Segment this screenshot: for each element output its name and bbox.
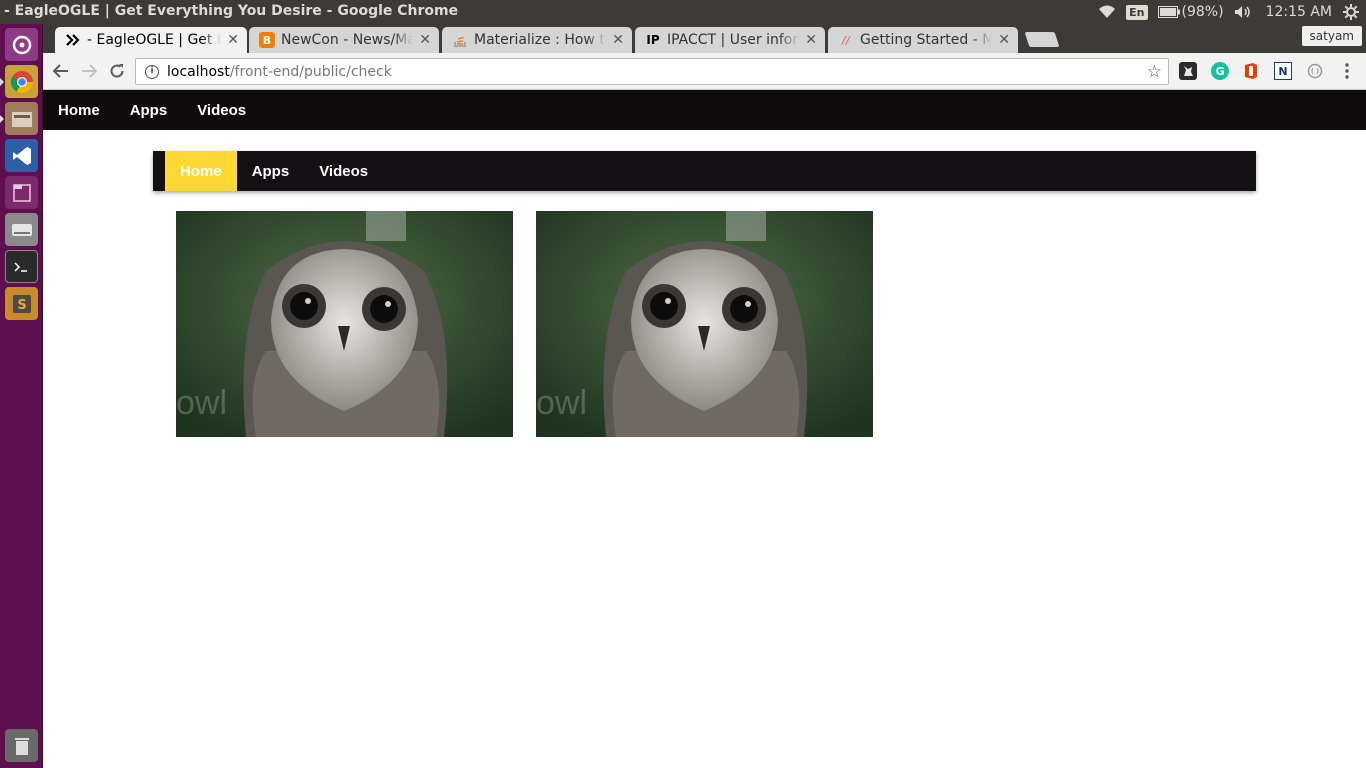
- running-app-indicator: [0, 115, 4, 123]
- url-path: /front-end/public/check: [229, 63, 392, 80]
- site-nav-videos[interactable]: Videos: [197, 102, 246, 119]
- blogger-icon: B: [259, 32, 275, 48]
- close-tab-icon[interactable]: ✕: [998, 32, 1010, 48]
- tab-label: - EagleOGLE | Get Everything You Desire: [87, 32, 221, 48]
- back-arrow-icon[interactable]: [51, 61, 71, 81]
- forward-arrow-icon[interactable]: [79, 61, 99, 81]
- site-nav-home[interactable]: Home: [58, 102, 100, 119]
- card-caption: owl: [536, 384, 588, 422]
- browser-toolbar: i localhost/front-end/public/check ☆ G N: [43, 53, 1366, 90]
- tab-strip: - EagleOGLE | Get Everything You Desire …: [43, 24, 1366, 53]
- tab-label: Materialize : How to: [474, 32, 607, 48]
- profile-button[interactable]: satyam: [1301, 26, 1362, 46]
- vscode-launcher-icon[interactable]: [5, 139, 38, 172]
- card-caption: owl: [176, 384, 228, 422]
- system-top-panel: - EagleOGLE | Get Everything You Desire …: [0, 0, 1366, 24]
- tab-ipacct[interactable]: IP IPACCT | User information ✕: [635, 27, 825, 53]
- chevrons-right-icon: [65, 32, 81, 48]
- info-icon[interactable]: i: [145, 64, 159, 79]
- trash-launcher-icon[interactable]: [5, 729, 38, 762]
- session-gear-icon[interactable]: [1342, 3, 1360, 21]
- close-tab-icon[interactable]: ✕: [419, 32, 431, 48]
- url-host: localhost: [167, 63, 230, 80]
- app-launcher-icon[interactable]: [5, 176, 38, 209]
- notion-extension-icon[interactable]: N: [1274, 62, 1292, 80]
- system-tray: En (98%) 12:15 AM: [1098, 0, 1366, 24]
- owl-card-1[interactable]: owl: [176, 211, 513, 437]
- battery-percent: (98%): [1181, 4, 1224, 20]
- tab-label: NewCon - News/Magazine: [281, 32, 414, 48]
- stackoverflow-icon: [452, 32, 468, 48]
- chrome-launcher-icon[interactable]: [5, 65, 38, 98]
- close-tab-icon[interactable]: ✕: [612, 32, 624, 48]
- bookmark-star-icon[interactable]: ☆: [1147, 62, 1162, 82]
- battery-icon[interactable]: (98%): [1157, 4, 1224, 20]
- site-navbar: Home Apps Videos: [43, 90, 1366, 130]
- terminal-launcher-icon[interactable]: [5, 250, 38, 283]
- site-nav-apps[interactable]: Apps: [130, 102, 168, 119]
- clock[interactable]: 12:15 AM: [1266, 4, 1332, 20]
- sublime-launcher-icon[interactable]: S: [5, 287, 38, 320]
- volume-icon[interactable]: [1234, 5, 1252, 19]
- extension-unicorn-icon[interactable]: [1179, 62, 1197, 80]
- owl-card-2[interactable]: owl: [536, 211, 873, 437]
- reload-icon[interactable]: [107, 61, 127, 81]
- tab-materialize-how-to[interactable]: Materialize : How to ✕: [442, 27, 632, 53]
- inner-nav-apps[interactable]: Apps: [237, 151, 305, 191]
- tab-eagleogle[interactable]: - EagleOGLE | Get Everything You Desire …: [55, 27, 247, 53]
- materialize-icon: //: [841, 33, 851, 47]
- tab-label: Getting Started - Materialize: [860, 32, 993, 48]
- chrome-window: - EagleOGLE | Get Everything You Desire …: [43, 24, 1366, 768]
- new-tab-button[interactable]: [1024, 32, 1060, 47]
- tab-getting-started[interactable]: // Getting Started - Materialize ✕: [828, 27, 1018, 53]
- files-launcher-icon[interactable]: [5, 102, 38, 135]
- close-tab-icon[interactable]: ✕: [805, 32, 817, 48]
- inner-nav-home[interactable]: Home: [165, 151, 237, 191]
- inner-navbar: Home Apps Videos: [153, 151, 1256, 191]
- office-icon[interactable]: [1242, 62, 1260, 80]
- window-title: - EagleOGLE | Get Everything You Desire …: [4, 3, 459, 19]
- wifi-icon[interactable]: [1098, 5, 1116, 19]
- active-app-indicator: [0, 78, 4, 86]
- ubuntu-dash-icon[interactable]: [5, 28, 38, 61]
- inner-nav-videos[interactable]: Videos: [304, 151, 383, 191]
- grammarly-icon[interactable]: G: [1211, 62, 1229, 80]
- chrome-menu-icon[interactable]: [1338, 62, 1356, 80]
- keyboard-language-indicator[interactable]: En: [1126, 4, 1148, 20]
- extension-circle-icon[interactable]: [1306, 62, 1324, 80]
- unity-launcher: S: [0, 24, 43, 768]
- close-tab-icon[interactable]: ✕: [227, 32, 239, 48]
- tab-label: IPACCT | User information: [667, 32, 799, 48]
- tab-newcon[interactable]: B NewCon - News/Magazine ✕: [249, 27, 439, 53]
- drive-launcher-icon[interactable]: [5, 213, 38, 246]
- svg-text:S: S: [17, 298, 26, 313]
- page-viewport: Home Apps Videos Home Apps Videos owl ow…: [43, 90, 1366, 768]
- address-bar[interactable]: i localhost/front-end/public/check ☆: [135, 58, 1169, 85]
- ipacct-icon: IP: [646, 33, 660, 47]
